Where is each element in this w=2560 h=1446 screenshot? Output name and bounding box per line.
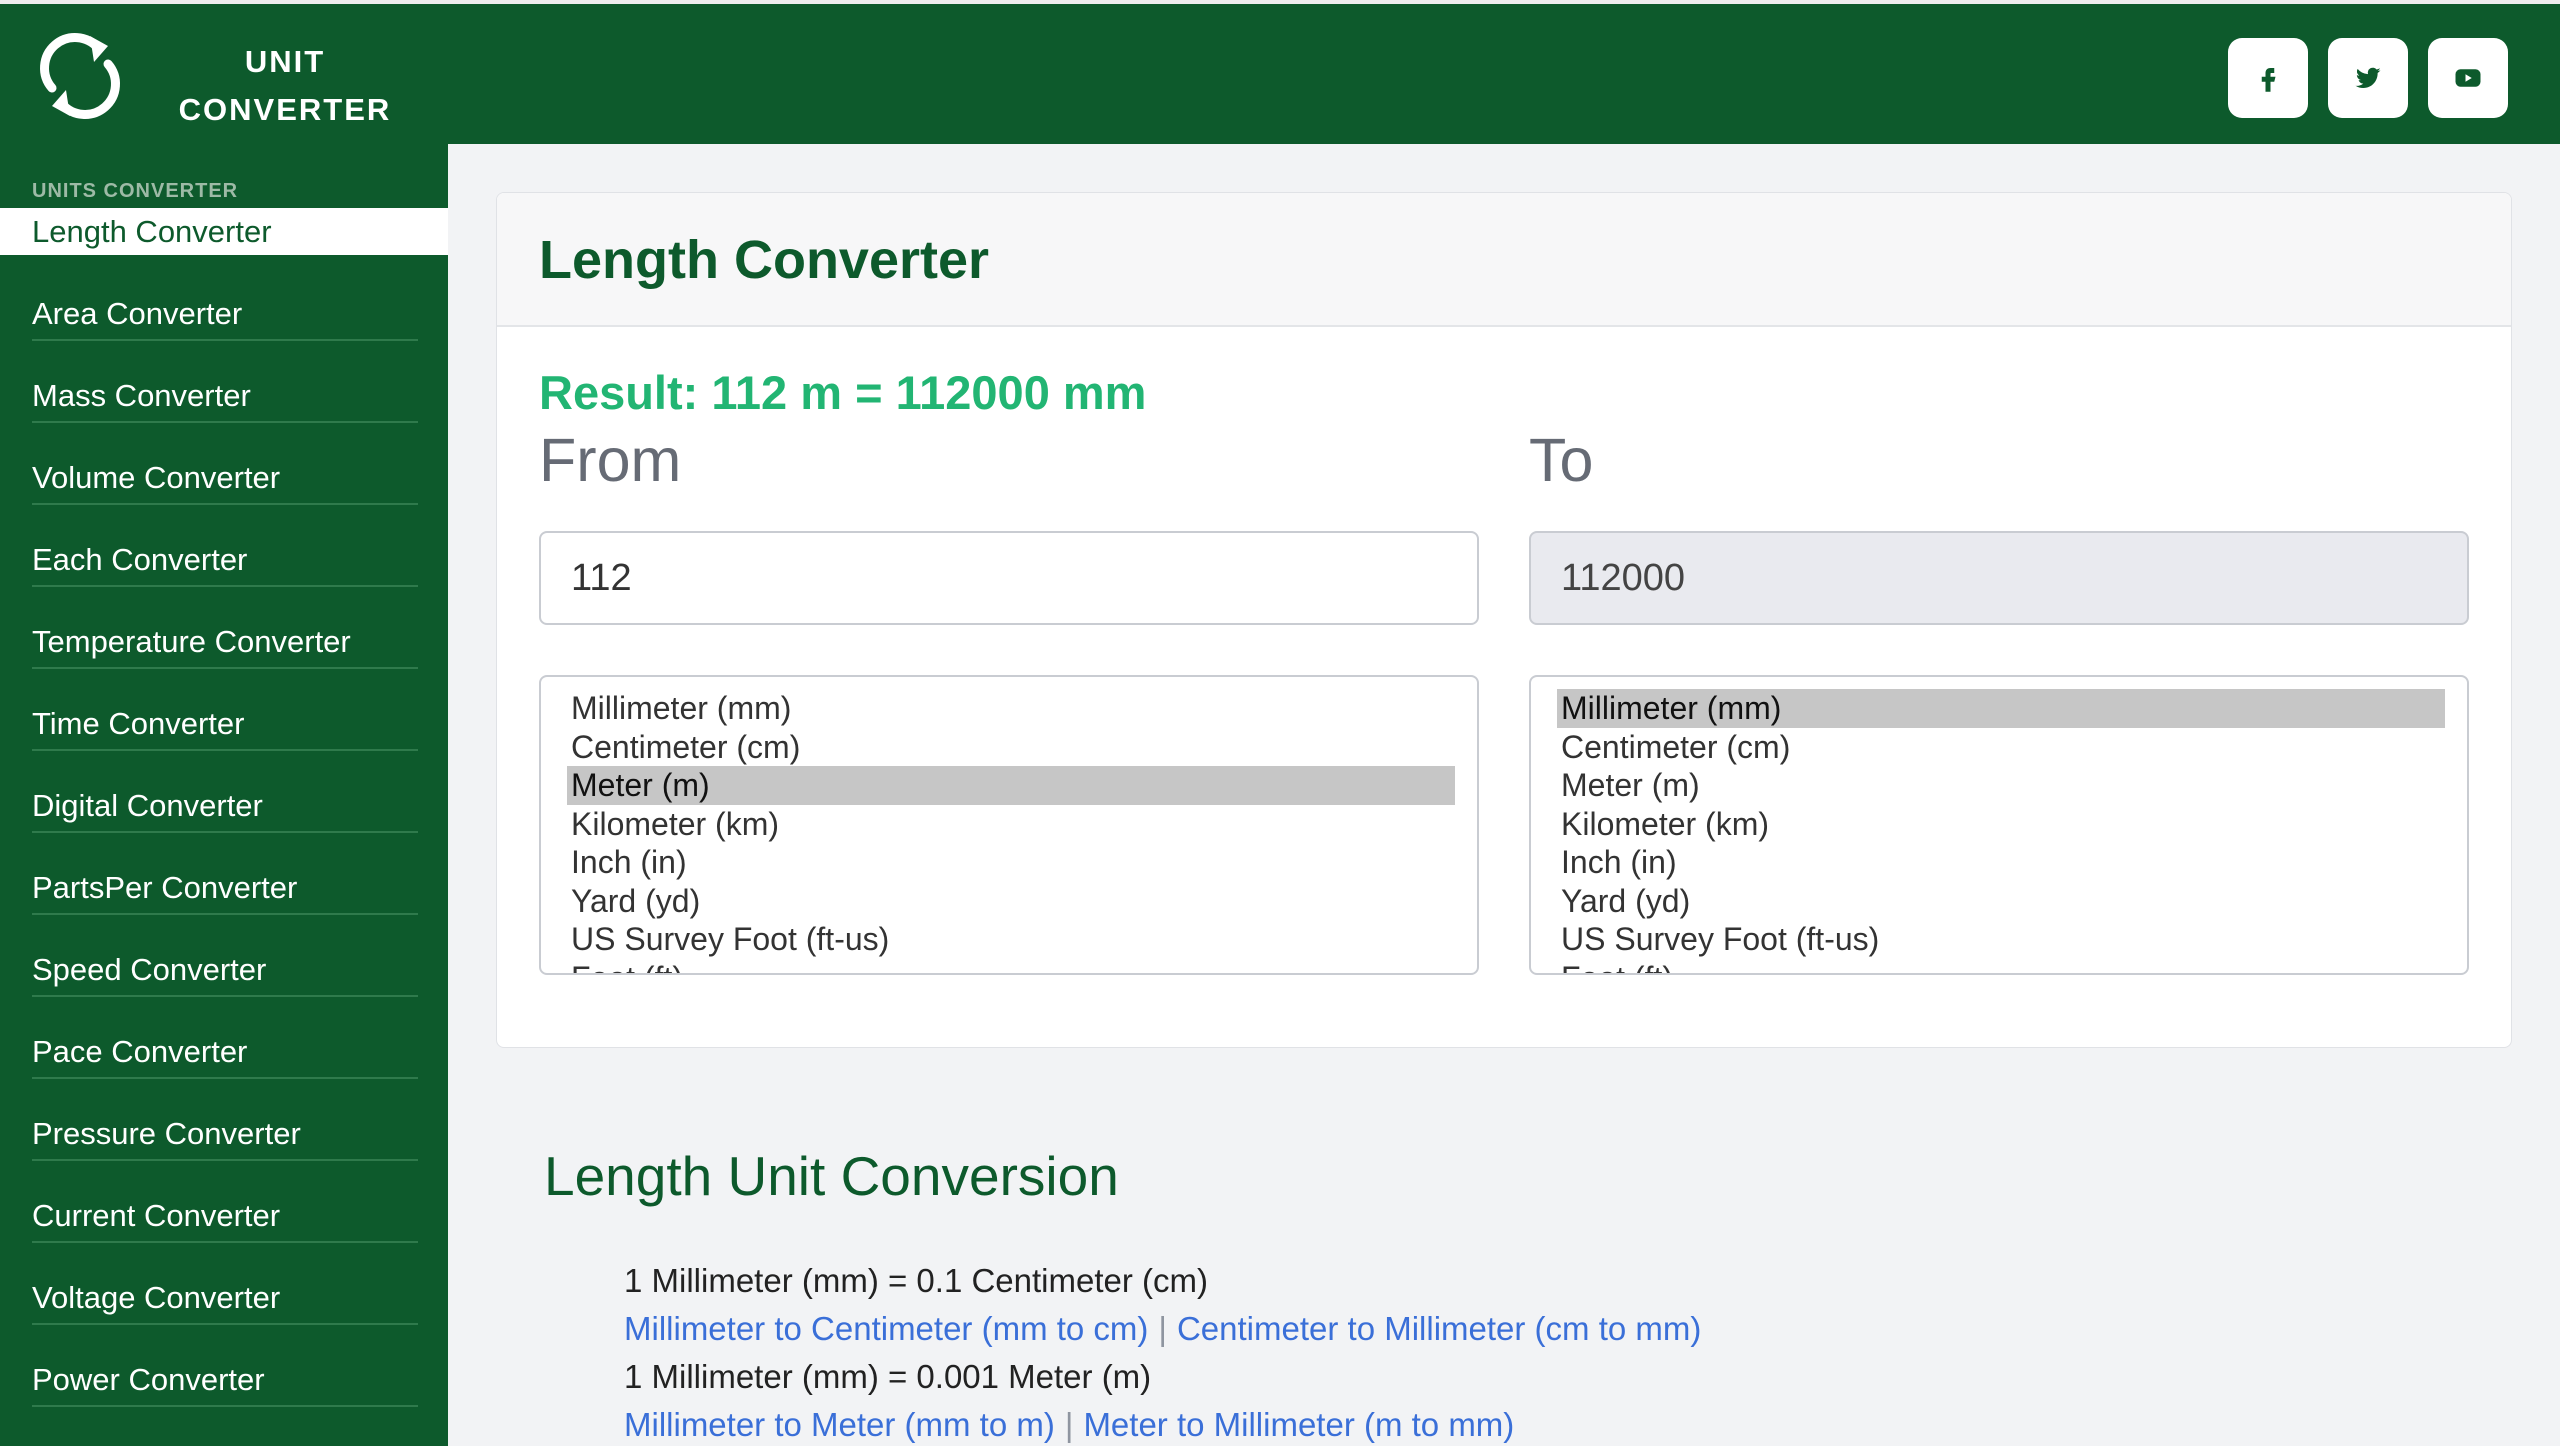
converter-card: Length Converter Result: 112 m = 112000 … [496,192,2512,1048]
sidebar-item-pressure-converter[interactable]: Pressure Converter [0,1110,448,1161]
to-value-output: 112000 [1529,531,2469,625]
sidebar-item-label: Time Converter [32,706,245,741]
unit-option[interactable]: Kilometer (km) [567,805,1455,844]
sidebar-item-digital-converter[interactable]: Digital Converter [0,782,448,833]
sidebar-item-label: Voltage Converter [32,1280,281,1315]
brand-logo[interactable]: UNIT CONVERTER [32,28,418,148]
page-title: Length Converter [539,230,990,290]
sidebar-item-label: Current Converter [32,1198,281,1233]
unit-option[interactable]: US Survey Foot (ft-us) [1557,920,2445,959]
unit-option[interactable]: Yard (yd) [1557,882,2445,921]
conversion-link[interactable]: Millimeter to Meter (mm to m) [624,1406,1055,1443]
sidebar-item-temperature-converter[interactable]: Temperature Converter [0,618,448,669]
sidebar-item-label: Volume Converter [32,460,281,495]
conversion-equation: 1 Millimeter (mm) = 0.1 Centimeter (cm) [624,1262,1208,1299]
top-header: UNIT CONVERTER [0,0,2560,148]
sidebar-item-label: Speed Converter [32,952,267,987]
sidebar-divider [32,339,418,341]
brand-name: UNIT CONVERTER [160,38,410,134]
sidebar-divider [32,1159,418,1161]
sidebar: UNITS CONVERTER Length Converter Area Con… [0,144,448,1446]
sidebar-item-each-converter[interactable]: Each Converter [0,536,448,587]
conversion-equation: 1 Millimeter (mm) = 0.001 Meter (m) [624,1358,1152,1395]
unit-option[interactable]: Centimeter (cm) [567,728,1455,767]
conversion-section-title: Length Unit Conversion [544,1145,1119,1207]
unit-option[interactable]: Yard (yd) [567,882,1455,921]
conversion-link[interactable]: Millimeter to Centimeter (mm to cm) [624,1310,1148,1347]
sidebar-divider [32,749,418,751]
unit-option[interactable]: Foot (ft) [1557,959,2445,974]
sidebar-divider [32,1077,418,1079]
sidebar-divider [32,421,418,423]
twitter-icon [2355,67,2381,89]
sidebar-item-label: Pressure Converter [32,1116,301,1151]
to-label: To [1529,426,1594,494]
from-label: From [539,426,682,494]
youtube-button[interactable] [2428,38,2508,118]
link-separator: | [1064,1406,1074,1443]
brand-line-2: CONVERTER [178,92,392,127]
facebook-icon [2261,68,2276,92]
unit-option[interactable]: Meter (m) [567,766,1455,805]
sidebar-divider [32,667,418,669]
sidebar-item-label: Pace Converter [32,1034,248,1069]
conversion-link[interactable]: Meter to Millimeter (m to mm) [1083,1406,1514,1443]
sidebar-item-mass-converter[interactable]: Mass Converter [0,372,448,423]
brand-line-1: UNIT [244,44,326,79]
unit-option[interactable]: Kilometer (km) [1557,805,2445,844]
unit-option[interactable]: Millimeter (mm) [567,689,1455,728]
sidebar-section-title: UNITS CONVERTER [32,180,239,202]
sidebar-divider [32,1323,418,1325]
sidebar-item-label: Area Converter [32,296,243,331]
unit-option[interactable]: Centimeter (cm) [1557,728,2445,767]
sidebar-item-speed-converter[interactable]: Speed Converter [0,946,448,997]
sidebar-item-volume-converter[interactable]: Volume Converter [0,454,448,505]
sidebar-divider [32,1241,418,1243]
sidebar-item-label: PartsPer Converter [32,870,298,905]
sidebar-item-power-converter[interactable]: Power Converter [0,1356,448,1407]
sidebar-item-partsper-converter[interactable]: PartsPer Converter [0,864,448,915]
sidebar-item-label: Each Converter [32,542,248,577]
youtube-icon [2455,69,2481,87]
conversion-links: Millimeter to Centimeter (mm to cm) | Cent… [624,1310,1701,1348]
sidebar-item-pace-converter[interactable]: Pace Converter [0,1028,448,1079]
link-separator: | [1158,1310,1167,1347]
sidebar-divider [32,831,418,833]
sidebar-item-label: Length Converter [32,214,272,249]
sidebar-item-time-converter[interactable]: Time Converter [0,700,448,751]
conversion-link[interactable]: Centimeter to Millimeter (cm to mm) [1177,1310,1701,1347]
sidebar-item-label: Digital Converter [32,788,263,823]
twitter-button[interactable] [2328,38,2408,118]
sidebar-item-current-converter[interactable]: Current Converter [0,1192,448,1243]
from-unit-listbox[interactable]: Millimeter (mm) Centimeter (cm) Meter (m) K… [539,675,1479,975]
unit-option[interactable]: Meter (m) [1557,766,2445,805]
refresh-icon [40,33,120,119]
unit-option[interactable]: US Survey Foot (ft-us) [567,920,1455,959]
unit-option[interactable]: Inch (in) [1557,843,2445,882]
unit-option[interactable]: Millimeter (mm) [1557,689,2445,728]
sidebar-item-label: Temperature Converter [32,624,351,659]
sidebar-item-length-converter[interactable]: Length Converter [0,208,448,255]
unit-option[interactable]: Inch (in) [567,843,1455,882]
from-value-input[interactable]: 112 [539,531,1479,625]
conversion-links: Millimeter to Meter (mm to m) | Meter to M… [624,1406,1514,1444]
sidebar-divider [32,995,418,997]
sidebar-item-label: Mass Converter [32,378,251,413]
sidebar-item-area-converter[interactable]: Area Converter [0,290,448,341]
sidebar-divider [32,585,418,587]
facebook-button[interactable] [2228,38,2308,118]
sidebar-divider [32,913,418,915]
to-unit-listbox[interactable]: Millimeter (mm) Centimeter (cm) Meter (m) K… [1529,675,2469,975]
sidebar-divider [32,503,418,505]
unit-option[interactable]: Foot (ft) [567,959,1455,974]
card-header: Length Converter [497,193,2511,327]
sidebar-divider [32,1405,418,1407]
sidebar-item-voltage-converter[interactable]: Voltage Converter [0,1274,448,1325]
sidebar-item-label: Power Converter [32,1362,265,1397]
result-text: Result: 112 m = 112000 mm [539,366,1147,419]
